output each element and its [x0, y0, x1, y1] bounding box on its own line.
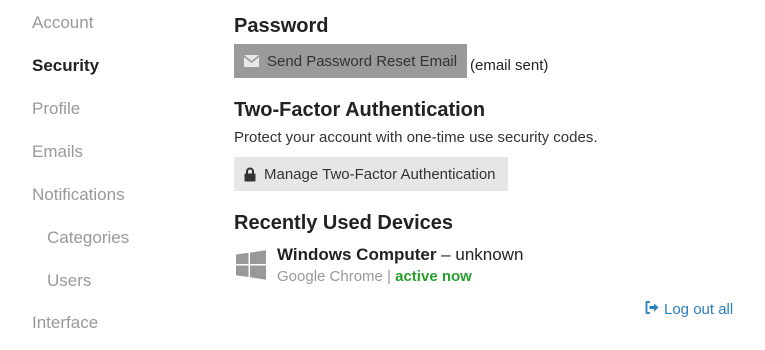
manage-two-factor-button[interactable]: Manage Two-Factor Authentication — [234, 157, 508, 191]
two-factor-description: Protect your account with one-time use s… — [234, 129, 598, 146]
lock-icon — [244, 167, 256, 182]
email-sent-note: (email sent) — [470, 57, 549, 74]
device-name: Windows Computer — [277, 245, 437, 264]
device-name-line: Windows Computer – unknown — [277, 245, 523, 265]
sidebar-item-categories[interactable]: Categories — [47, 228, 129, 248]
log-out-all-link[interactable]: Log out all — [645, 301, 733, 318]
device-browser: Google Chrome — [277, 268, 383, 285]
device-meta-separator: | — [382, 268, 396, 285]
device-location: unknown — [455, 245, 524, 264]
sidebar-item-profile[interactable]: Profile — [32, 99, 80, 119]
sidebar-item-notifications[interactable]: Notifications — [32, 185, 125, 205]
password-heading: Password — [234, 15, 329, 37]
log-out-all-label: Log out all — [664, 301, 734, 318]
envelope-icon — [244, 55, 259, 67]
sidebar-item-users[interactable]: Users — [47, 271, 91, 291]
windows-icon — [236, 250, 266, 285]
device-name-separator: – — [436, 245, 456, 264]
device-meta-line: Google Chrome | active now — [277, 268, 472, 285]
device-status-badge: active now — [395, 268, 472, 285]
recent-devices-heading: Recently Used Devices — [234, 212, 454, 234]
send-password-reset-button[interactable]: Send Password Reset Email — [234, 44, 467, 78]
sign-out-icon — [645, 301, 659, 318]
sidebar-item-interface[interactable]: Interface — [32, 313, 98, 333]
manage-two-factor-label: Manage Two-Factor Authentication — [264, 165, 496, 183]
send-password-reset-label: Send Password Reset Email — [267, 52, 458, 70]
two-factor-heading: Two-Factor Authentication — [234, 99, 486, 121]
sidebar-item-account[interactable]: Account — [32, 13, 93, 33]
sidebar-item-security[interactable]: Security — [32, 56, 99, 76]
sidebar-item-emails[interactable]: Emails — [32, 142, 83, 162]
device-row: Windows Computer – unknown Google Chrome… — [234, 242, 754, 290]
